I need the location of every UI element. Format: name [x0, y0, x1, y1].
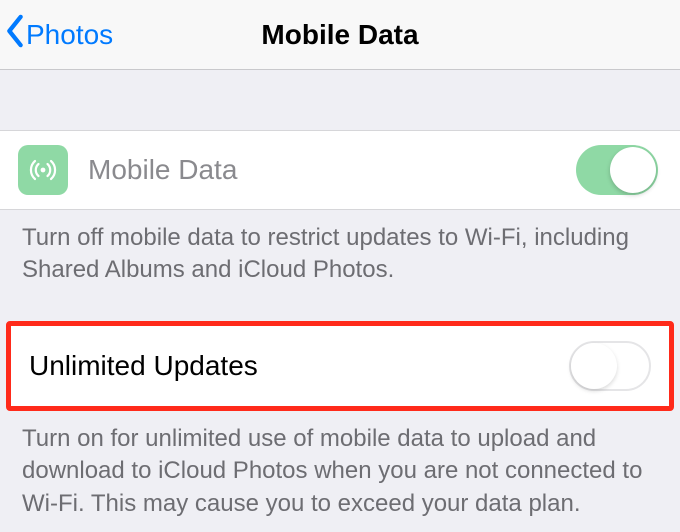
unlimited-updates-toggle[interactable] — [569, 341, 651, 391]
highlight-box: Unlimited Updates — [6, 321, 674, 411]
mobile-data-row[interactable]: Mobile Data — [0, 130, 680, 210]
toggle-knob — [610, 147, 656, 193]
chevron-left-icon — [4, 14, 26, 55]
back-label: Photos — [26, 19, 113, 51]
back-button[interactable]: Photos — [4, 14, 113, 55]
mobile-data-footer: Turn off mobile data to restrict updates… — [0, 210, 680, 299]
unlimited-updates-label: Unlimited Updates — [29, 350, 569, 382]
toggle-knob — [571, 343, 617, 389]
mobile-data-toggle[interactable] — [576, 145, 658, 195]
mobile-data-label: Mobile Data — [88, 154, 576, 186]
section-gap — [0, 70, 680, 130]
unlimited-updates-footer: Turn on for unlimited use of mobile data… — [0, 411, 680, 532]
unlimited-updates-row[interactable]: Unlimited Updates — [11, 326, 669, 406]
cellular-icon — [18, 145, 68, 195]
navigation-bar: Photos Mobile Data — [0, 0, 680, 70]
